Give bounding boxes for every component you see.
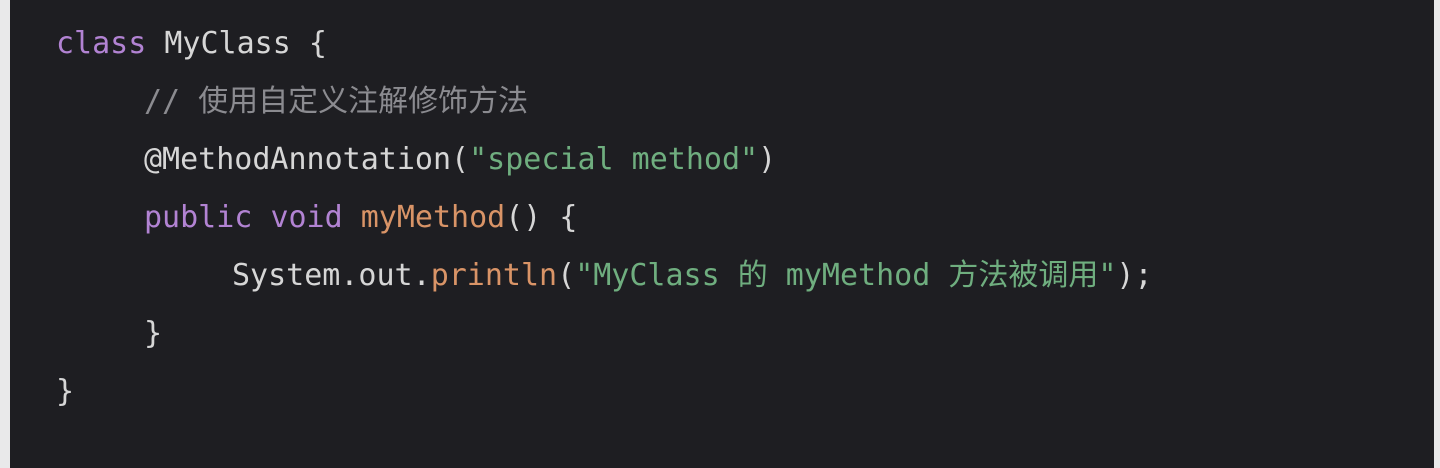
code-line-3: @MethodAnnotation("special method") [144,140,776,180]
keyword-public: public [144,200,253,235]
method-signature-rest: () { [505,200,578,235]
close-paren: ) [758,142,777,177]
method-name: myMethod [360,200,506,235]
close-paren-semicolon: ); [1116,258,1153,293]
close-brace: } [56,374,75,409]
close-brace: } [144,316,163,351]
open-brace: { [290,26,327,61]
open-paren: ( [557,258,576,293]
annotation-string: "special method" [469,142,759,177]
code-line-1: class MyClass { [56,24,327,64]
system-out-prefix: System.out. [232,258,431,293]
keyword-class: class [56,26,147,61]
keyword-void: void [270,200,343,235]
code-line-2: // 使用自定义注解修饰方法 [144,82,528,122]
code-comment: // 使用自定义注解修饰方法 [144,84,529,119]
annotation: @MethodAnnotation( [144,142,470,177]
code-line-6: } [144,314,162,354]
class-name: MyClass [164,26,291,61]
println-call: println [430,258,558,293]
code-line-5: System.out.println("MyClass 的 myMethod 方… [232,256,1153,296]
println-string: "MyClass 的 myMethod 方法被调用" [575,258,1117,293]
code-line-4: public void myMethod() { [144,198,578,238]
code-block: class MyClass { // 使用自定义注解修饰方法 @MethodAn… [10,0,1434,468]
screenshot-frame: class MyClass { // 使用自定义注解修饰方法 @MethodAn… [0,0,1440,468]
code-line-7: } [56,372,74,412]
